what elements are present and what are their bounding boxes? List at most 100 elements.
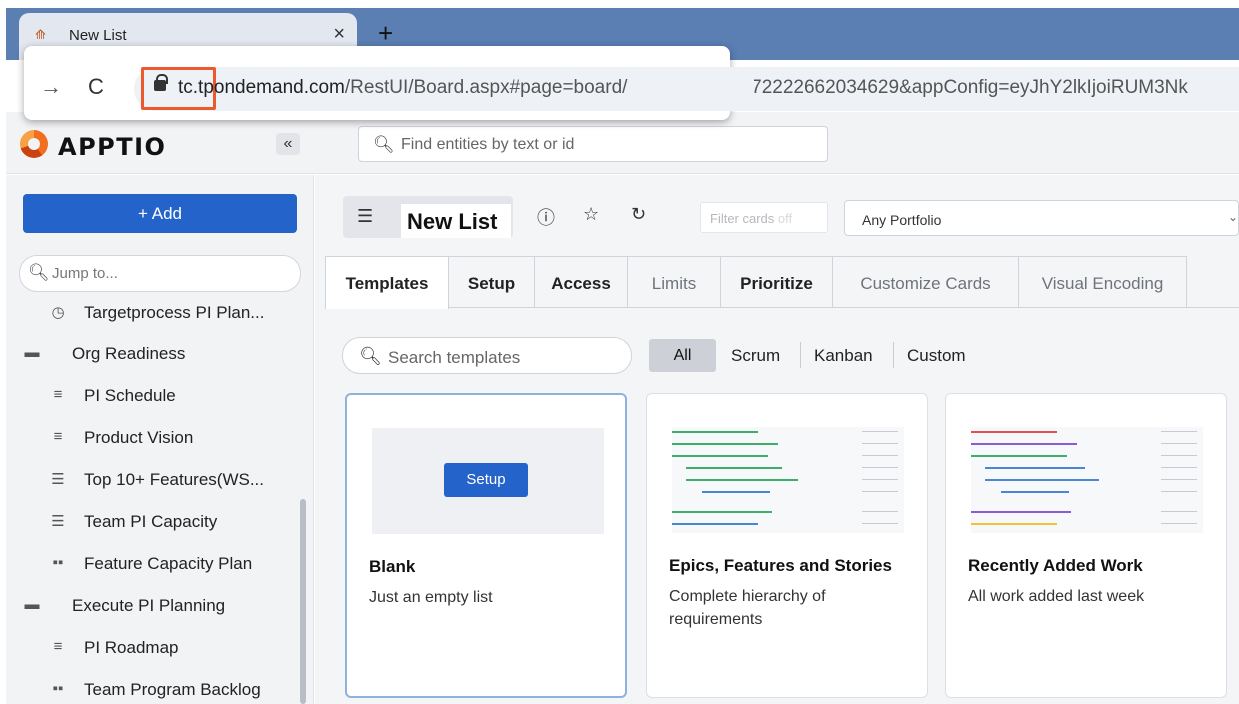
refresh-icon[interactable]: ↻ (631, 204, 646, 225)
address-bar-overflow[interactable]: 3372222662034629&appConfig=eyJhY2lkIjoiR… (730, 67, 1239, 111)
sidebar-item-label: Execute PI Planning (72, 596, 226, 615)
settings-tabs: Templates Setup Access Limits Prioritize… (325, 256, 1225, 309)
recent-work-preview (971, 427, 1203, 533)
tab-close-icon[interactable]: × (333, 23, 345, 46)
address-bar-popup: → C tc.tpondemand.com/RestUI/Board.aspx#… (24, 46, 754, 120)
filter-separator (800, 342, 801, 368)
filter-separator (893, 342, 894, 368)
hierarchy-preview (672, 427, 904, 533)
sidebar-item-product-vision[interactable]: ≡ Product Vision (6, 422, 296, 456)
sidebar-item-top-10-features[interactable]: ☰ Top 10+ Features(WS... (6, 464, 296, 498)
portfolio-value: Any Portfolio (862, 212, 942, 228)
list-menu-button[interactable]: ☰ New List (343, 196, 513, 238)
tab-visual-encoding[interactable]: Visual Encoding (1018, 256, 1187, 308)
filter-cards-label: Filter cards (710, 211, 775, 226)
hamburger-icon: ☰ (357, 206, 374, 226)
sidebar-item-label: PI Schedule (84, 386, 176, 405)
clock-icon: ◷ (51, 304, 65, 321)
tab-access[interactable]: Access (534, 256, 628, 308)
card-description: All work added last week (968, 588, 1145, 605)
main-panel: ☰ New List ⓘ ☆ ↻ Filter cards off Any Po… (315, 175, 1239, 704)
list-icon: ☰ (51, 471, 65, 488)
new-tab-button[interactable]: + (378, 20, 393, 46)
template-card-blank[interactable]: Setup Blank Just an empty list (345, 393, 627, 698)
filter-kanban-link[interactable]: Kanban (814, 346, 873, 366)
sidebar-item-label: Top 10+ Features(WS... (84, 470, 264, 489)
chevron-down-icon: ⌄ (1227, 210, 1238, 224)
sidebar: + Add 🔍︎ Jump to... ◷ Targetprocess PI P… (6, 175, 314, 704)
filter-cards-input[interactable]: Filter cards off (700, 202, 828, 233)
tab-customize-cards[interactable]: Customize Cards (832, 256, 1019, 308)
timeline-icon: ≡ (53, 638, 63, 655)
tabs-divider (325, 307, 1239, 308)
template-card-recently-added-work[interactable]: Recently Added Work All work added last … (945, 393, 1227, 698)
lock-icon[interactable] (154, 74, 168, 91)
card-title: Recently Added Work (968, 556, 1143, 575)
jump-to-placeholder: Jump to... (52, 265, 118, 282)
sidebar-item-label: Targetprocess PI Plan... (84, 303, 265, 322)
card-description: Complete hierarchy of requirements (669, 588, 826, 628)
sidebar-item-execute-pi-planning[interactable]: ▬ Execute PI Planning (6, 590, 296, 624)
app-favicon-icon: ⟰ (35, 27, 46, 42)
filter-custom-link[interactable]: Custom (907, 346, 966, 366)
card-title: Blank (369, 557, 416, 576)
card-description: Just an empty list (369, 589, 493, 606)
reload-icon[interactable]: C (88, 74, 104, 100)
sidebar-item-pi-schedule[interactable]: ≡ PI Schedule (6, 380, 296, 414)
card-title: Epics, Features and Stories (669, 556, 892, 575)
setup-button[interactable]: Setup (444, 463, 528, 497)
apptio-logo-text: APPTIO (58, 133, 167, 161)
tab-setup[interactable]: Setup (448, 256, 535, 308)
forward-icon[interactable]: → (40, 74, 62, 100)
search-templates-input[interactable]: 🔍︎ Search templates (342, 337, 632, 374)
sidebar-item-label: Team Program Backlog (84, 680, 261, 699)
sidebar-item-label: PI Roadmap (84, 638, 179, 657)
sidebar-item-pi-roadmap[interactable]: ≡ PI Roadmap (6, 632, 296, 666)
search-icon: 🔍︎ (373, 135, 395, 154)
sidebar-item-label: Team PI Capacity (84, 512, 218, 531)
folder-icon: ▬ (24, 596, 40, 613)
star-icon[interactable]: ☆ (583, 204, 599, 225)
search-icon: 🔍︎ (359, 346, 382, 366)
url-rest: 3372222662034629&appConfig=eyJhY2lkIjoiR… (730, 77, 1188, 98)
blank-preview: Setup (372, 428, 604, 534)
timeline-icon: ≡ (53, 386, 63, 403)
sidebar-scrollbar[interactable] (300, 499, 306, 704)
apptio-logo-icon (20, 130, 48, 158)
tab-templates[interactable]: Templates (325, 256, 449, 309)
add-button[interactable]: + Add (23, 194, 297, 233)
board-icon: ▪▪ (52, 554, 64, 571)
sidebar-item-label: Feature Capacity Plan (84, 554, 253, 573)
tab-limits[interactable]: Limits (627, 256, 721, 308)
list-title[interactable]: New List (401, 204, 511, 238)
sidebar-item-feature-capacity-plan[interactable]: ▪▪ Feature Capacity Plan (6, 548, 296, 582)
sidebar-item-label: Org Readiness (72, 344, 186, 363)
sidebar-item-team-program-backlog[interactable]: ▪▪ Team Program Backlog (6, 674, 296, 704)
sidebar-item-label: Product Vision (84, 428, 194, 447)
browser-tab-title: New List (69, 27, 127, 44)
app-header: APPTIO « 🔍︎ Find entities by text or id (6, 112, 1239, 174)
url-host: tc.tpondemand.com (178, 77, 345, 98)
filter-all-button[interactable]: All (649, 339, 716, 372)
timeline-icon: ≡ (53, 428, 63, 445)
info-icon[interactable]: ⓘ (537, 204, 555, 230)
template-card-epics-features-stories[interactable]: Epics, Features and Stories Complete hie… (646, 393, 928, 698)
global-search-placeholder: Find entities by text or id (401, 136, 575, 153)
url-path: /RestUI/Board.aspx#page=board/ (344, 77, 628, 98)
search-templates-placeholder: Search templates (388, 348, 521, 367)
tab-prioritize[interactable]: Prioritize (720, 256, 833, 308)
sidebar-item-org-readiness[interactable]: ▬ Org Readiness (6, 338, 296, 372)
filter-cards-state: off (777, 211, 793, 226)
url-text[interactable]: tc.tpondemand.com/RestUI/Board.aspx#page… (178, 77, 627, 99)
collapse-sidebar-button[interactable]: « (276, 133, 300, 155)
filter-scrum-link[interactable]: Scrum (731, 346, 780, 366)
global-search-input[interactable]: 🔍︎ Find entities by text or id (358, 126, 828, 162)
address-bar[interactable]: tc.tpondemand.com/RestUI/Board.aspx#page… (134, 67, 754, 111)
board-icon: ▪▪ (52, 680, 64, 697)
search-icon: 🔍︎ (28, 263, 50, 282)
jump-to-input[interactable]: 🔍︎ Jump to... (19, 255, 301, 292)
sidebar-item-team-pi-capacity[interactable]: ☰ Team PI Capacity (6, 506, 296, 540)
portfolio-select[interactable]: Any Portfolio ⌄ (844, 200, 1239, 236)
list-icon: ☰ (51, 513, 65, 530)
sidebar-item-targetprocess-pi-plan[interactable]: ◷ Targetprocess PI Plan... (6, 297, 296, 331)
